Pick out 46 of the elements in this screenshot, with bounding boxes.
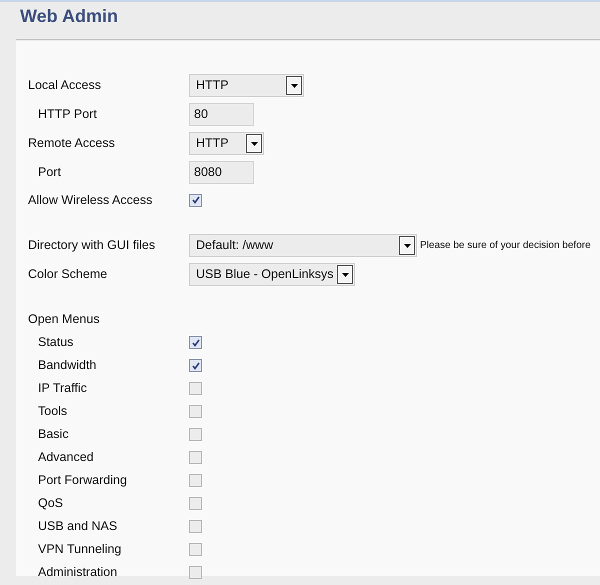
field-label: IP Traffic bbox=[37, 380, 88, 398]
dropdown[interactable]: USB Blue - OpenLinksys bbox=[189, 263, 355, 286]
field-label: Open Menus bbox=[28, 311, 101, 328]
checkbox[interactable] bbox=[189, 194, 202, 206]
checkmark-icon bbox=[192, 338, 200, 346]
field-label: Remote Access bbox=[28, 135, 116, 152]
caret-icon bbox=[342, 272, 348, 276]
checkbox[interactable] bbox=[189, 543, 202, 556]
field-label: USB and NAS bbox=[37, 518, 118, 536]
checkmark-icon bbox=[192, 362, 200, 370]
checkbox[interactable] bbox=[189, 336, 202, 349]
checkbox[interactable] bbox=[189, 359, 202, 372]
field-label: Advanced bbox=[37, 449, 95, 466]
checkbox[interactable] bbox=[189, 382, 202, 395]
field-label: Port Forwarding bbox=[37, 472, 128, 490]
field-label: QoS bbox=[37, 495, 64, 512]
field-label: Basic bbox=[37, 426, 70, 444]
caret-icon bbox=[404, 244, 410, 248]
checkbox[interactable] bbox=[189, 428, 202, 441]
checkbox[interactable] bbox=[189, 405, 202, 418]
field-label: Allow Wireless Access bbox=[28, 192, 154, 209]
field-label: Local Access bbox=[28, 77, 102, 94]
field-label: Color Scheme bbox=[28, 266, 108, 284]
checkmark-icon bbox=[192, 196, 200, 204]
dropdown[interactable]: HTTP bbox=[189, 74, 304, 97]
field-label: Administration bbox=[37, 564, 118, 582]
input-field[interactable]: 80 bbox=[189, 103, 254, 126]
caret-icon bbox=[250, 142, 258, 146]
field-label: Status bbox=[37, 334, 74, 352]
field-label: HTTP Port bbox=[37, 106, 98, 124]
dropdown[interactable]: Default: /www bbox=[189, 234, 417, 257]
field-label: Tools bbox=[37, 403, 68, 420]
input-field[interactable]: 8080 bbox=[189, 161, 254, 184]
caret-icon bbox=[290, 84, 298, 88]
field-label: VPN Tunneling bbox=[37, 541, 122, 558]
checkbox[interactable] bbox=[189, 474, 202, 487]
dropdown[interactable]: HTTP bbox=[189, 132, 264, 155]
checkbox[interactable] bbox=[189, 566, 202, 579]
note-text: Please be sure of your decision before bbox=[420, 239, 591, 253]
checkbox[interactable] bbox=[189, 497, 202, 510]
field-label: Bandwidth bbox=[37, 357, 98, 374]
page-title: Web Admin bbox=[20, 5, 118, 28]
checkbox[interactable] bbox=[189, 451, 202, 464]
checkbox[interactable] bbox=[189, 520, 202, 533]
field-label: Directory with GUI files bbox=[28, 237, 156, 254]
field-label: Port bbox=[37, 164, 62, 182]
